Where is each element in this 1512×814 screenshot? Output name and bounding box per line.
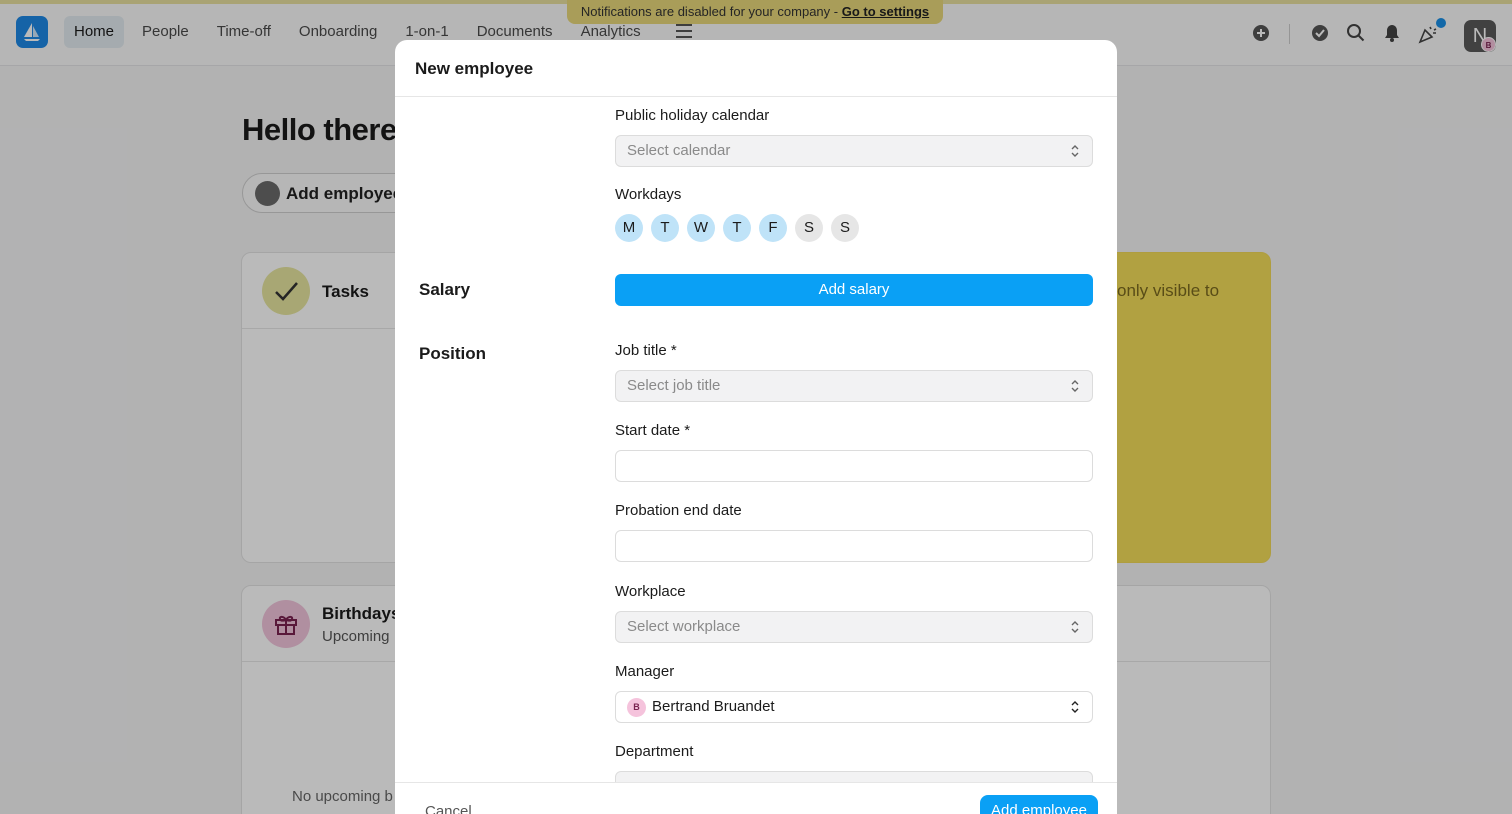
probation-end-date-input[interactable] <box>615 530 1093 562</box>
manager-select[interactable]: B Bertrand Bruandet <box>615 691 1093 723</box>
manager-label: Manager <box>615 663 675 680</box>
public-holiday-select[interactable]: Select calendar <box>615 135 1093 167</box>
department-label: Department <box>615 743 694 760</box>
workday-tuesday[interactable]: T <box>651 214 679 242</box>
job-title-label: Job title * <box>615 342 677 359</box>
manager-avatar: B <box>627 698 646 717</box>
public-holiday-placeholder: Select calendar <box>627 142 731 159</box>
start-date-label: Start date * <box>615 422 691 439</box>
workplace-label: Workplace <box>615 583 686 600</box>
workplace-select[interactable]: Select workplace <box>615 611 1093 643</box>
chevron-updown-icon <box>1071 701 1079 713</box>
job-title-select[interactable]: Select job title <box>615 370 1093 402</box>
workdays-selector: M T W T F S S <box>615 214 859 242</box>
workday-monday[interactable]: M <box>615 214 643 242</box>
workday-friday[interactable]: F <box>759 214 787 242</box>
salary-section-label: Salary <box>419 280 471 299</box>
start-date-input[interactable] <box>615 450 1093 482</box>
workplace-placeholder: Select workplace <box>627 618 741 635</box>
workday-thursday[interactable]: T <box>723 214 751 242</box>
workday-saturday[interactable]: S <box>795 214 823 242</box>
position-section-label: Position <box>419 344 487 363</box>
modal-footer: Cancel Add employee <box>395 782 1117 814</box>
workday-sunday[interactable]: S <box>831 214 859 242</box>
workdays-label: Workdays <box>615 186 682 203</box>
modal-header: New employee <box>395 40 1117 97</box>
chevron-updown-icon <box>1071 380 1079 392</box>
chevron-updown-icon <box>1071 145 1079 157</box>
modal-title: New employee <box>415 59 534 78</box>
cancel-button[interactable]: Cancel <box>425 803 472 814</box>
new-employee-modal: New employee Public holiday calendar Sel… <box>395 40 1117 814</box>
manager-value: Bertrand Bruandet <box>652 698 775 715</box>
chevron-updown-icon <box>1071 621 1079 633</box>
job-title-placeholder: Select job title <box>627 377 721 394</box>
workday-wednesday[interactable]: W <box>687 214 715 242</box>
public-holiday-label: Public holiday calendar <box>615 107 770 124</box>
add-salary-button[interactable]: Add salary <box>615 274 1093 306</box>
probation-end-date-label: Probation end date <box>615 502 742 519</box>
add-employee-button[interactable]: Add employee <box>980 795 1098 814</box>
